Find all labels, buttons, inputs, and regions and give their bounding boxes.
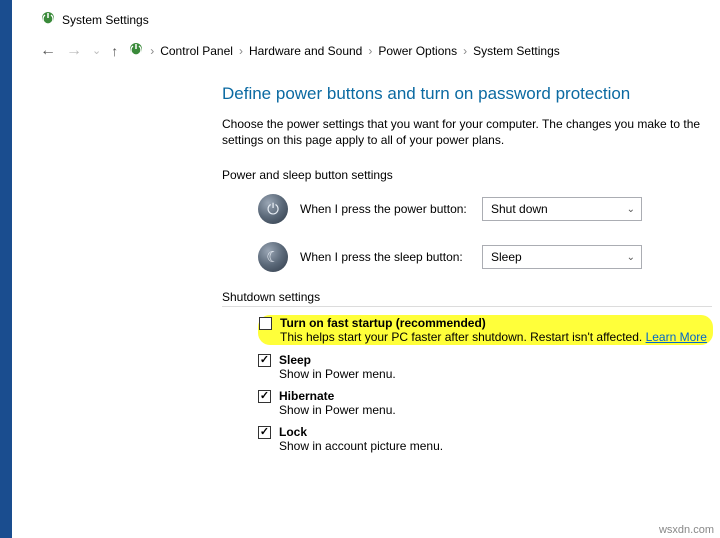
- sleep-icon: ☾: [258, 242, 288, 272]
- left-accent-strip: [0, 0, 12, 538]
- window-area: System Settings ← → ⌄ ↑ › Control Panel …: [12, 0, 720, 538]
- sleep-desc: Show in Power menu.: [279, 367, 720, 381]
- hibernate-label: Hibernate: [279, 389, 334, 403]
- forward-button: →: [66, 42, 82, 60]
- hibernate-checkbox[interactable]: [258, 390, 271, 403]
- power-sleep-heading: Power and sleep button settings: [222, 168, 720, 182]
- nav-toolbar: ← → ⌄ ↑ › Control Panel › Hardware and S…: [12, 37, 720, 66]
- power-button-row: ⏻ When I press the power button: Shut do…: [258, 194, 720, 224]
- sleep-button-label: When I press the sleep button:: [300, 250, 470, 264]
- titlebar: System Settings: [12, 8, 720, 37]
- option-fast-startup: Turn on fast startup (recommended) This …: [258, 315, 720, 345]
- watermark: wsxdn.com: [659, 524, 714, 536]
- chevron-right-icon: ›: [461, 44, 469, 58]
- option-hibernate: Hibernate Show in Power menu.: [258, 389, 720, 417]
- window-title: System Settings: [62, 13, 149, 27]
- power-options-icon: [40, 10, 56, 29]
- breadcrumb-control-panel[interactable]: Control Panel: [160, 44, 233, 58]
- sleep-checkbox[interactable]: [258, 354, 271, 367]
- page-title: Define power buttons and turn on passwor…: [222, 84, 720, 104]
- power-icon: ⏻: [258, 194, 288, 224]
- breadcrumb-hardware-sound[interactable]: Hardware and Sound: [249, 44, 362, 58]
- up-button[interactable]: ↑: [111, 43, 118, 59]
- power-button-select[interactable]: Shut down ⌄: [482, 197, 642, 221]
- shutdown-settings-heading: Shutdown settings: [222, 290, 712, 307]
- power-button-label: When I press the power button:: [300, 202, 470, 216]
- breadcrumb-system-settings[interactable]: System Settings: [473, 44, 560, 58]
- page-description: Choose the power settings that you want …: [222, 116, 720, 148]
- option-sleep: Sleep Show in Power menu.: [258, 353, 720, 381]
- chevron-right-icon: ›: [148, 44, 156, 58]
- sleep-button-row: ☾ When I press the sleep button: Sleep ⌄: [258, 242, 720, 272]
- sleep-label: Sleep: [279, 353, 311, 367]
- breadcrumb: › Control Panel › Hardware and Sound › P…: [128, 41, 560, 60]
- sleep-button-value: Sleep: [491, 250, 522, 264]
- learn-more-link[interactable]: Learn More: [646, 330, 707, 344]
- content-pane: Define power buttons and turn on passwor…: [12, 66, 720, 453]
- fast-startup-desc: This helps start your PC faster after sh…: [280, 330, 707, 344]
- sleep-button-select[interactable]: Sleep ⌄: [482, 245, 642, 269]
- lock-label: Lock: [279, 425, 307, 439]
- chevron-right-icon: ›: [366, 44, 374, 58]
- power-button-value: Shut down: [491, 202, 548, 216]
- breadcrumb-power-options[interactable]: Power Options: [378, 44, 457, 58]
- lock-checkbox[interactable]: [258, 426, 271, 439]
- back-button[interactable]: ←: [40, 42, 56, 60]
- option-lock: Lock Show in account picture menu.: [258, 425, 720, 453]
- chevron-right-icon: ›: [237, 44, 245, 58]
- chevron-down-icon: ⌄: [627, 252, 635, 263]
- power-options-icon: [128, 41, 144, 60]
- highlight-marker: Turn on fast startup (recommended) This …: [258, 315, 713, 345]
- fast-startup-checkbox[interactable]: [259, 317, 272, 330]
- hibernate-desc: Show in Power menu.: [279, 403, 720, 417]
- shutdown-options: Turn on fast startup (recommended) This …: [258, 315, 720, 453]
- recent-dropdown[interactable]: ⌄: [92, 44, 101, 57]
- lock-desc: Show in account picture menu.: [279, 439, 720, 453]
- fast-startup-label: Turn on fast startup (recommended): [280, 316, 486, 330]
- chevron-down-icon: ⌄: [627, 204, 635, 215]
